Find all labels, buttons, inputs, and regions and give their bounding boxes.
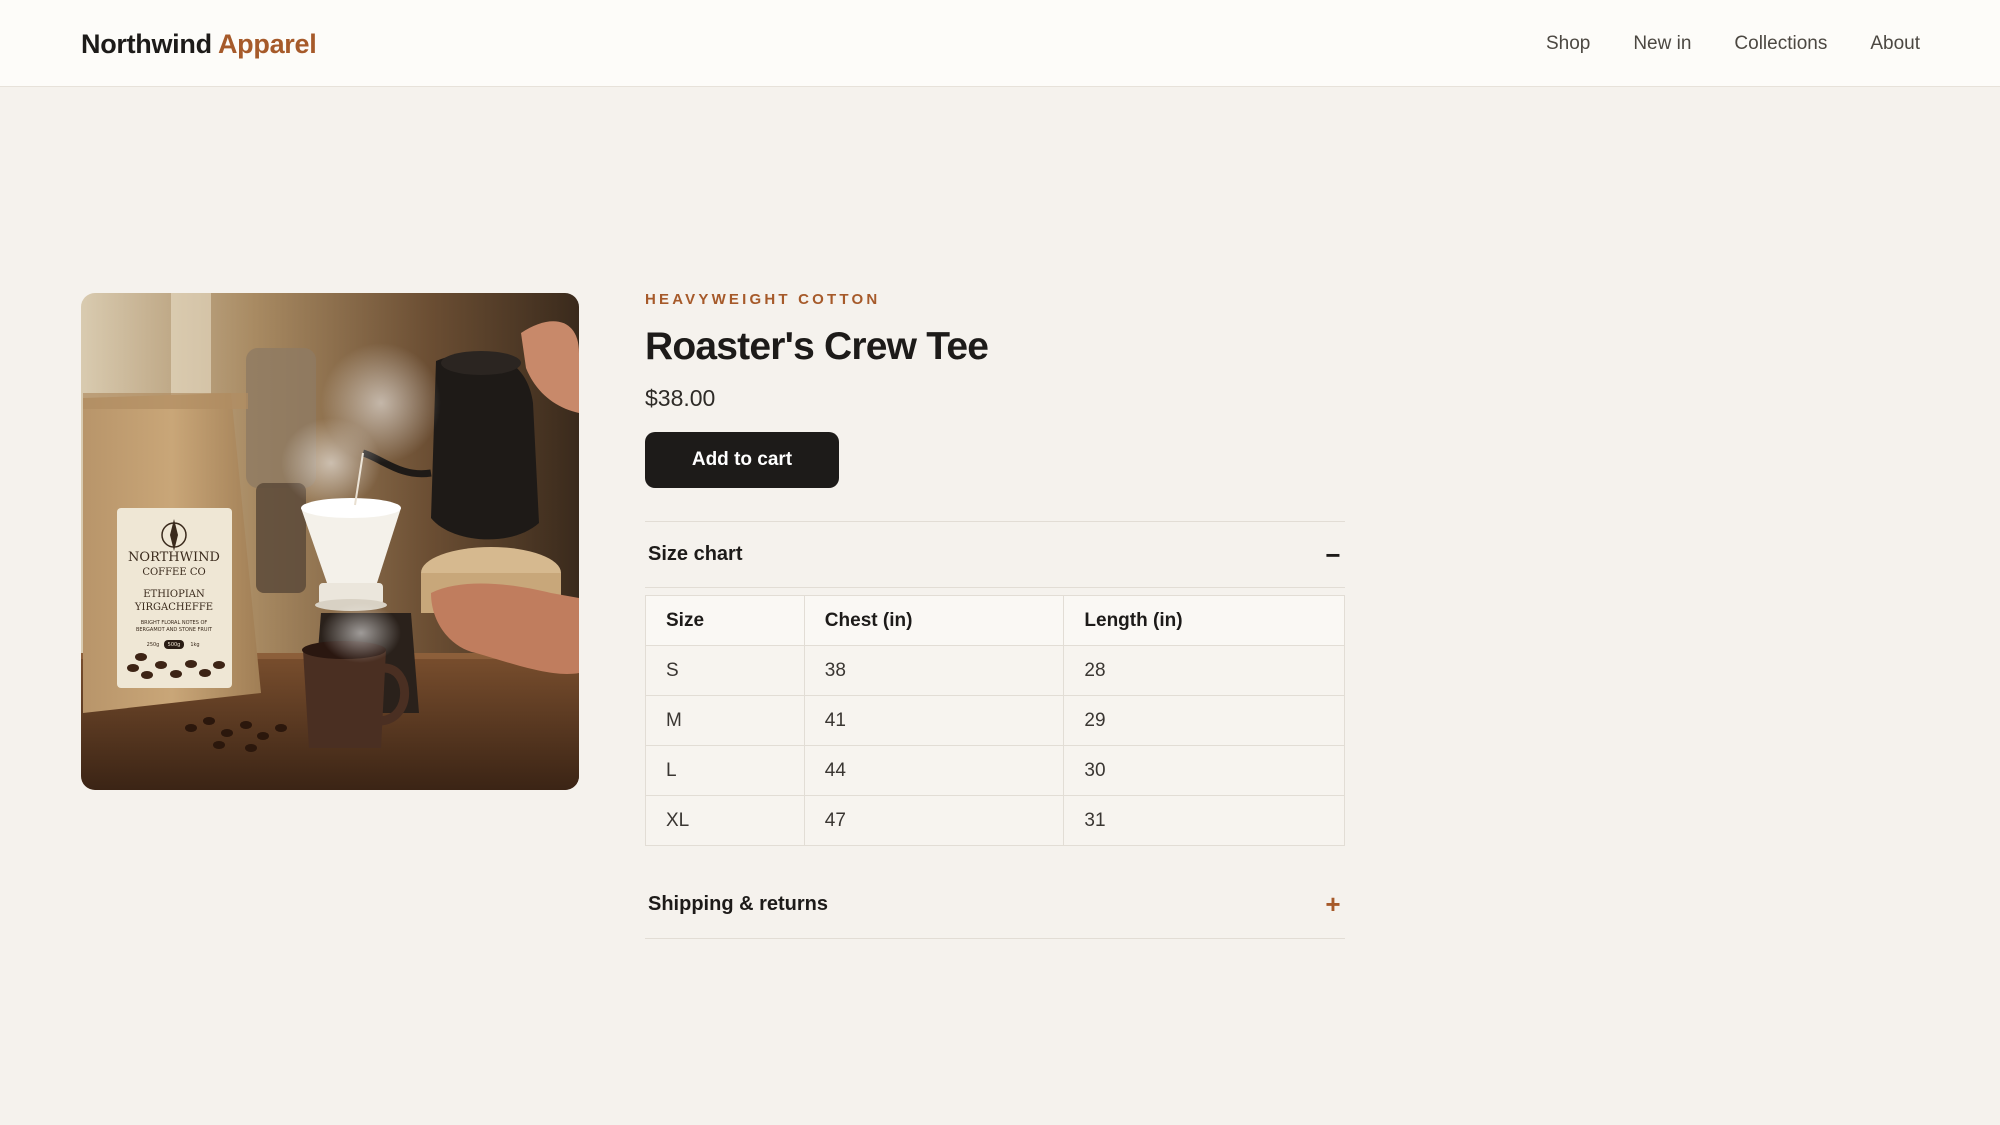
table-header-row: Size Chest (in) Length (in) <box>645 595 1345 646</box>
shipping-header[interactable]: Shipping & returns + <box>645 870 1345 939</box>
bag-size-2: 500g <box>168 642 181 648</box>
nav-shop[interactable]: Shop <box>1546 30 1590 58</box>
collapse-icon[interactable]: − <box>1323 542 1343 568</box>
product-image[interactable]: NORTHWIND COFFEE CO ETHIOPIAN YIRGACHEFF… <box>81 293 579 790</box>
shipping-title: Shipping & returns <box>648 892 828 915</box>
brand-accent: Apparel <box>217 29 317 59</box>
expand-icon[interactable]: + <box>1323 891 1343 917</box>
bag-size-1: 250g <box>147 642 160 648</box>
size-chart-table: Size Chest (in) Length (in) S 38 28 M 41… <box>645 595 1345 846</box>
cell-size: M <box>645 695 805 746</box>
nav-about[interactable]: About <box>1870 30 1920 58</box>
bag-origin-line2: YIRGACHEFFE <box>134 602 213 613</box>
brand-logo[interactable]: Northwind Apparel <box>81 26 317 62</box>
add-to-cart-button[interactable]: Add to cart <box>645 432 839 488</box>
nav-new-in[interactable]: New in <box>1633 30 1691 58</box>
product-title: Roaster's Crew Tee <box>645 325 989 368</box>
table-row: S 38 28 <box>645 645 1345 696</box>
cell-length: 31 <box>1063 795 1345 846</box>
product-info: HEAVYWEIGHT COTTON Roaster's Crew Tee $3… <box>645 290 1345 488</box>
size-chart-title: Size chart <box>648 543 743 565</box>
column-header-chest: Chest (in) <box>803 595 1065 646</box>
cell-size: S <box>645 645 805 696</box>
column-header-size: Size <box>645 595 805 646</box>
cell-length: 28 <box>1063 645 1345 696</box>
cell-length: 29 <box>1063 695 1345 746</box>
bag-size-3: 1kg <box>190 642 199 648</box>
cell-size: L <box>645 745 805 796</box>
table-row: M 41 29 <box>645 695 1345 746</box>
cell-chest: 47 <box>803 795 1065 846</box>
bag-origin-line1: ETHIOPIAN <box>143 589 205 600</box>
size-chart-header[interactable]: Size chart − <box>645 522 1345 588</box>
cell-size: XL <box>645 795 805 846</box>
shipping-accordion: Shipping & returns + <box>645 870 1345 939</box>
size-chart-accordion: Size chart − Size Chest (in) Length (in)… <box>645 521 1345 846</box>
column-header-length: Length (in) <box>1063 595 1345 646</box>
product-eyebrow: HEAVYWEIGHT COTTON <box>645 291 881 308</box>
brand-name: Northwind <box>81 29 212 59</box>
cell-chest: 41 <box>803 695 1065 746</box>
cell-chest: 38 <box>803 645 1065 696</box>
cell-chest: 44 <box>803 745 1065 796</box>
table-row: XL 47 31 <box>645 795 1345 846</box>
cell-length: 30 <box>1063 745 1345 796</box>
table-row: L 44 30 <box>645 745 1345 796</box>
product-price: $38.00 <box>645 385 716 411</box>
main-nav: Shop New in Collections About <box>1546 30 1920 58</box>
bag-notes-line1: BRIGHT FLORAL NOTES OF <box>141 620 208 626</box>
bag-notes-line2: BERGAMOT AND STONE FRUIT <box>136 627 213 633</box>
nav-collections[interactable]: Collections <box>1734 30 1827 58</box>
bag-brand-line2: COFFEE CO <box>142 567 205 578</box>
bag-brand-line1: NORTHWIND <box>128 550 220 565</box>
site-header: Northwind Apparel Shop New in Collection… <box>0 0 2000 87</box>
